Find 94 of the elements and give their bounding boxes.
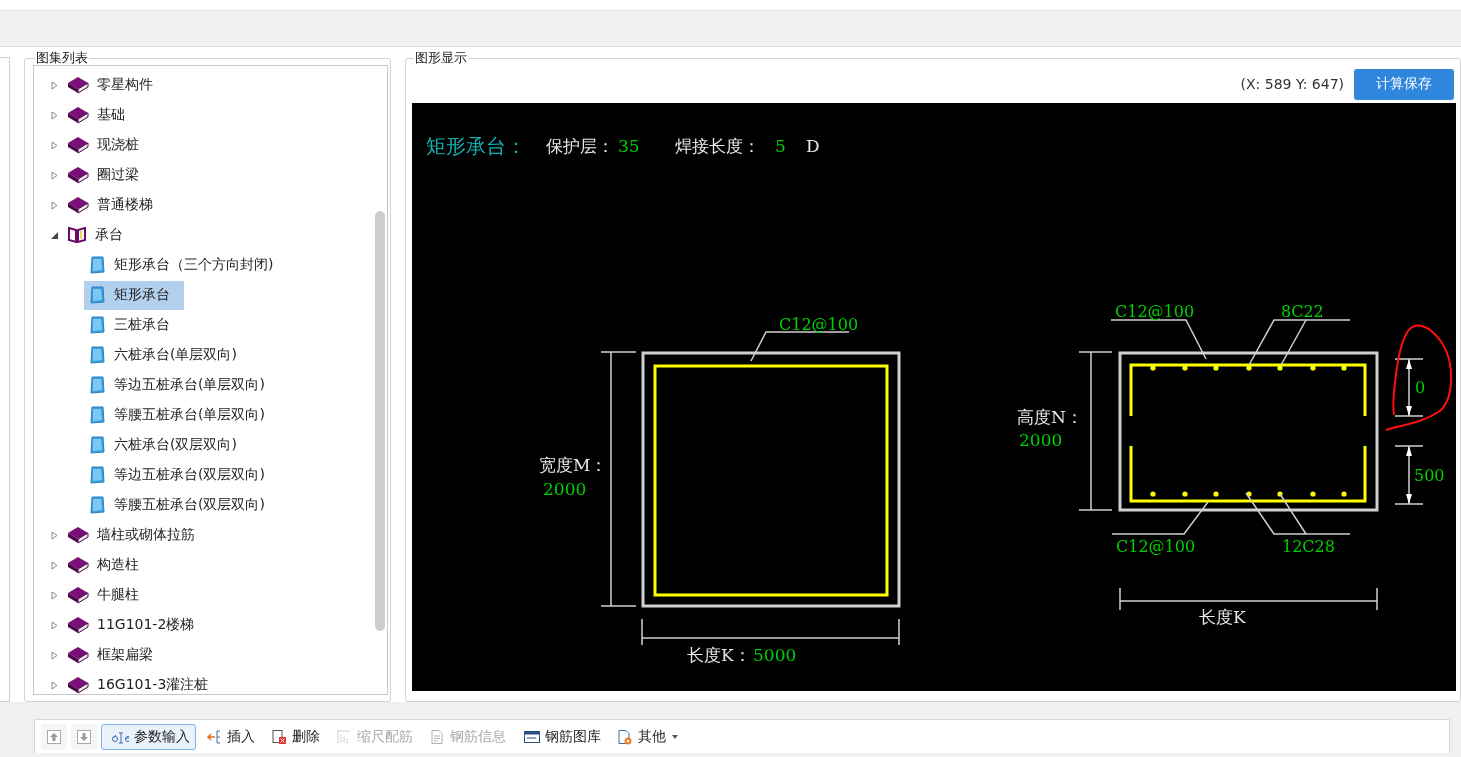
document-icon (90, 496, 106, 514)
book-icon (67, 526, 89, 544)
collapsed-arrow-icon (50, 140, 59, 150)
book-icon (67, 586, 89, 604)
collapsed-arrow-icon (50, 680, 59, 690)
tree-item[interactable]: 16G101-3灌注桩 (44, 670, 223, 694)
book-icon (67, 76, 89, 94)
rebar-label: 12C28 (1282, 537, 1336, 556)
coordinates-text: (X: 589 Y: 647) (1240, 76, 1344, 92)
tree-item[interactable]: 牛腿柱 (44, 580, 153, 610)
collapsed-arrow-icon (50, 110, 59, 120)
document-icon (90, 406, 106, 424)
collapsed-arrow-icon (50, 80, 59, 90)
scrollbar-thumb[interactable] (375, 211, 386, 631)
book-icon (67, 196, 89, 214)
collapsed-arrow-icon (50, 650, 59, 660)
stirrup-label: C12@100 (1116, 537, 1196, 556)
document-gear-icon (617, 728, 633, 745)
tree-item[interactable]: 六桩承台(单层双向) (84, 340, 251, 370)
toolbar-button[interactable]: 插入 (200, 723, 261, 750)
document-icon (429, 728, 445, 745)
tree-item[interactable]: 六桩承台(双层双向) (84, 430, 251, 460)
expanded-arrow-icon (50, 230, 59, 240)
book-icon (67, 166, 89, 184)
document-icon (90, 256, 106, 274)
tree-item[interactable]: 承台 (44, 220, 137, 250)
cover-label: 保护层： (546, 136, 615, 156)
tree-item[interactable]: 矩形承台 (84, 280, 184, 310)
length-value: 5000 (753, 645, 797, 665)
document-icon (90, 316, 106, 334)
document-icon (90, 376, 106, 394)
toolbar-button[interactable]: 钢筋图库 (516, 723, 607, 750)
drawing-title: 矩形承台： (426, 134, 527, 158)
open-book-icon (67, 226, 87, 244)
window-icon (522, 728, 540, 745)
tree-item[interactable]: 等腰五桩承台(双层双向) (84, 490, 279, 520)
tree-item[interactable]: 等边五桩承台(双层双向) (84, 460, 279, 490)
tree-item[interactable]: 等边五桩承台(单层双向) (84, 370, 279, 400)
bars-icon (336, 728, 352, 745)
length-label: 长度K： (687, 645, 752, 665)
tree-item[interactable]: 框架扁梁 (44, 640, 167, 670)
delete-icon (271, 728, 287, 745)
dimension-value: 0 (1415, 378, 1426, 397)
width-value: 2000 (543, 479, 587, 499)
collapsed-arrow-icon (50, 560, 59, 570)
tree-item[interactable]: 墙柱或砌体拉筋 (44, 520, 209, 550)
document-icon (90, 346, 106, 364)
collapsed-arrow-icon (50, 620, 59, 630)
document-icon (90, 286, 106, 304)
stirrup-label: C12@100 (1115, 302, 1195, 321)
document-icon (90, 436, 106, 454)
caret-icon (671, 732, 679, 741)
weld-unit: D (806, 136, 821, 156)
tree-item[interactable]: 构造柱 (44, 550, 153, 580)
tree-item[interactable]: 11G101-2楼梯 (44, 610, 209, 640)
book-icon (67, 646, 89, 664)
tree-item[interactable]: 等腰五桩承台(单层双向) (84, 400, 279, 430)
tree-item[interactable]: 三桩承台 (84, 310, 184, 340)
tree-item[interactable]: 现浇桩 (44, 130, 153, 160)
collapsed-arrow-icon (50, 590, 59, 600)
weld-value: 5 (775, 136, 787, 156)
move-down-icon (76, 728, 92, 745)
width-label: 宽度M： (539, 455, 608, 475)
collapsed-arrow-icon (50, 530, 59, 540)
tree-item[interactable]: 零星构件 (44, 70, 167, 100)
panel-title: 图集列表 (35, 51, 89, 65)
insert-icon (206, 728, 222, 745)
height-label: 高度N： (1017, 407, 1084, 427)
cover-value: 35 (618, 136, 641, 156)
move-up-icon (46, 728, 62, 745)
book-icon (67, 106, 89, 124)
toolbar-button[interactable]: 删除 (265, 723, 326, 750)
tree-item[interactable]: 基础 (44, 100, 139, 130)
document-icon (90, 466, 106, 484)
tree-item[interactable]: 圈过梁 (44, 160, 153, 190)
stirrup-label: C12@100 (779, 315, 859, 334)
dimension-value: 500 (1414, 466, 1446, 485)
toolbar-button[interactable]: 参数输入 (101, 723, 196, 750)
book-icon (67, 616, 89, 634)
save-button[interactable]: 计算保存 (1354, 68, 1454, 100)
rebar-label: 8C22 (1281, 302, 1325, 321)
tree-item[interactable]: 矩形承台（三个方向封闭) (84, 250, 288, 280)
collapsed-arrow-icon (50, 200, 59, 210)
book-icon (67, 556, 89, 574)
panel-title: 图形显示 (414, 51, 469, 65)
collapsed-arrow-icon (50, 170, 59, 180)
tree-item[interactable]: 普通楼梯 (44, 190, 167, 220)
dimension-line (1394, 358, 1425, 417)
toolbar-button[interactable]: 其他 (611, 723, 685, 750)
book-icon (67, 676, 89, 694)
length-label: 长度K (1199, 607, 1247, 627)
book-icon (67, 136, 89, 154)
weld-label: 焊接长度： (675, 136, 761, 156)
height-value: 2000 (1019, 430, 1063, 450)
